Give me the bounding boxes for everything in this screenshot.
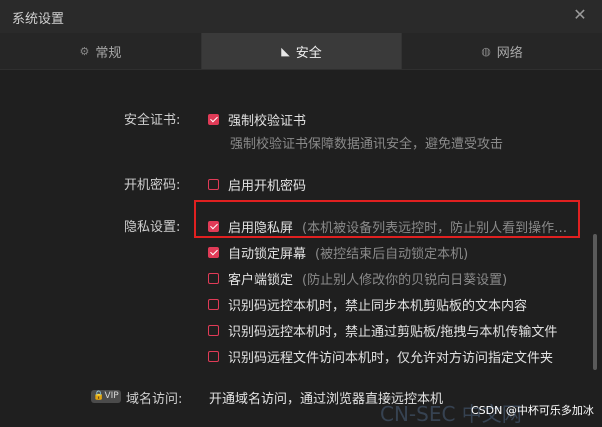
vip-badge: 🔒VIP xyxy=(91,390,121,403)
globe-icon: ◍ xyxy=(481,44,491,58)
file-access-label: 识别码远程文件访问本机时，仅允许对方访问指定文件夹 xyxy=(228,351,554,366)
auto-lock-checkbox[interactable] xyxy=(208,247,219,258)
client-lock-hint: (防止别人修改你的贝锐向日葵设置) xyxy=(302,273,508,288)
cert-description: 强制校验证书保障数据通讯安全，避免遭受攻击 xyxy=(230,137,504,152)
cert-option[interactable]: 强制校验证书 xyxy=(208,110,306,129)
title-bar: 系统设置 ✕ xyxy=(0,0,602,33)
boot-password-checkbox[interactable] xyxy=(208,179,219,190)
tab-label: 安全 xyxy=(295,45,322,61)
scrollbar-thumb[interactable] xyxy=(593,234,597,370)
tab-network[interactable]: ◍ 网络 xyxy=(402,33,602,69)
clipboard-text-checkbox[interactable] xyxy=(208,299,219,310)
cert-label: 安全证书: xyxy=(124,113,181,128)
clipboard-file-label: 识别码远控本机时，禁止通过剪贴板/拖拽与本机传输文件 xyxy=(228,325,558,340)
privacy-label: 隐私设置: xyxy=(124,220,181,235)
vip-badge-text: VIP xyxy=(104,391,119,401)
highlight-box xyxy=(194,200,580,238)
close-icon[interactable]: ✕ xyxy=(571,6,589,24)
domain-label: 域名访问: xyxy=(126,392,183,407)
clipboard-file-checkbox[interactable] xyxy=(208,325,219,336)
clipboard-text-option[interactable]: 识别码远控本机时，禁止同步本机剪贴板的文本内容 xyxy=(208,295,527,314)
file-access-checkbox[interactable] xyxy=(208,351,219,362)
tab-label: 网络 xyxy=(496,45,523,61)
auto-lock-text: 自动锁定屏幕 xyxy=(228,247,307,262)
boot-password-label: 开机密码: xyxy=(124,178,181,193)
watermark: CSDN @中杯可乐多加冰 xyxy=(471,404,594,417)
cert-checkbox[interactable] xyxy=(208,114,219,125)
client-lock-text: 客户端锁定 xyxy=(228,273,294,288)
tab-label: 常规 xyxy=(95,45,122,61)
tab-general[interactable]: ⚙ 常规 xyxy=(0,33,201,69)
client-lock-option[interactable]: 客户端锁定 (防止别人修改你的贝锐向日葵设置) xyxy=(208,269,507,288)
file-access-option[interactable]: 识别码远程文件访问本机时，仅允许对方访问指定文件夹 xyxy=(208,347,553,366)
boot-password-option[interactable]: 启用开机密码 xyxy=(208,175,306,194)
clipboard-text-label: 识别码远控本机时，禁止同步本机剪贴板的文本内容 xyxy=(228,299,528,314)
client-lock-checkbox[interactable] xyxy=(208,273,219,284)
window-title: 系统设置 xyxy=(12,12,65,27)
shield-icon: ◣ xyxy=(281,44,290,58)
tab-security[interactable]: ◣ 安全 xyxy=(202,33,401,69)
boot-password-text: 启用开机密码 xyxy=(228,179,307,194)
cert-option-text: 强制校验证书 xyxy=(228,114,307,129)
tab-bar: ⚙ 常规 ◣ 安全 ◍ 网络 xyxy=(0,33,602,70)
gear-icon: ⚙ xyxy=(79,44,90,58)
auto-lock-option[interactable]: 自动锁定屏幕 (被控结束后自动锁定本机) xyxy=(208,243,468,262)
auto-lock-hint: (被控结束后自动锁定本机) xyxy=(315,247,469,262)
clipboard-file-option[interactable]: 识别码远控本机时，禁止通过剪贴板/拖拽与本机传输文件 xyxy=(208,321,557,340)
